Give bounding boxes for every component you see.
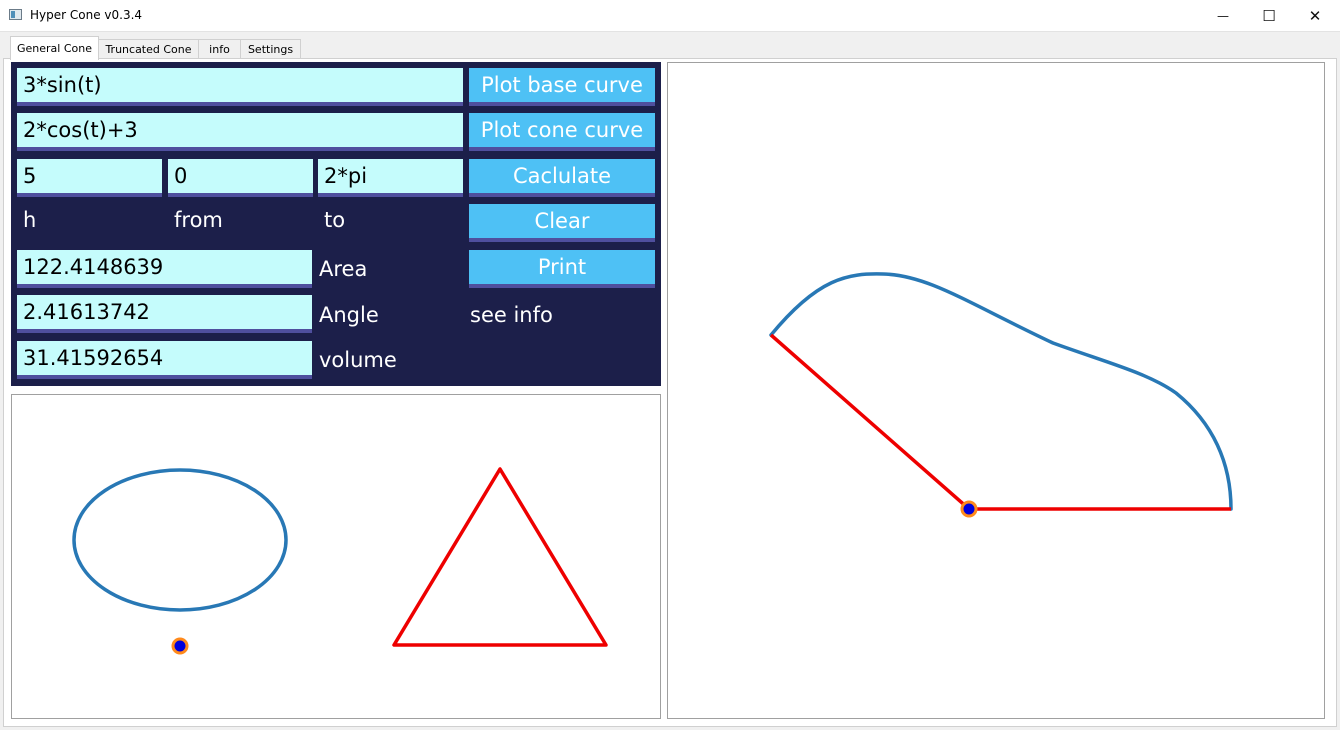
tab-label: General Cone (17, 42, 92, 55)
calculate-button[interactable]: Caclulate (469, 159, 655, 197)
angle-output[interactable] (17, 295, 312, 333)
tab-label: Settings (247, 43, 294, 56)
maximize-icon: ☐ (1262, 6, 1276, 25)
to-input[interactable] (318, 159, 463, 197)
base-curve (72, 468, 288, 612)
tab-settings[interactable]: Settings (240, 39, 301, 59)
plot-base-curve-button[interactable]: Plot base curve (469, 68, 655, 106)
tab-truncated-cone[interactable]: Truncated Cone (98, 39, 199, 59)
window-title: Hyper Cone v0.3.4 (30, 8, 143, 22)
cone-cross-section (392, 467, 608, 647)
h-label: h (23, 208, 37, 232)
tab-bar: General Cone Truncated Cone info Setting… (0, 31, 1340, 60)
unrolled-cone-curve (769, 272, 1233, 511)
close-icon: ✕ (1308, 6, 1322, 25)
unrolled-cone-plot-panel (667, 62, 1325, 719)
minimize-button[interactable]: — (1200, 0, 1246, 31)
area-output[interactable] (17, 250, 312, 288)
x-expression-input[interactable] (17, 68, 463, 106)
plot-cone-curve-button[interactable]: Plot cone curve (469, 113, 655, 151)
unrolled-apex-point (960, 500, 978, 518)
tab-general-cone[interactable]: General Cone (10, 36, 99, 60)
angle-label: Angle (319, 303, 379, 327)
base-apex-point (171, 637, 189, 655)
minimize-icon: — (1217, 8, 1229, 23)
tab-info[interactable]: info (198, 39, 241, 59)
base-plot-canvas (72, 467, 608, 655)
base-plot-panel (11, 394, 661, 719)
h-input[interactable] (17, 159, 162, 197)
maximize-button[interactable]: ☐ (1246, 0, 1292, 31)
unrolled-cone-edges (769, 333, 1231, 511)
see-info-label: see info (470, 303, 553, 327)
volume-output[interactable] (17, 341, 312, 379)
clear-button[interactable]: Clear (469, 204, 655, 242)
tab-label: Truncated Cone (105, 43, 192, 56)
title-bar: Hyper Cone v0.3.4 — ☐ ✕ (0, 0, 1340, 32)
print-button[interactable]: Print (469, 250, 655, 288)
volume-label: volume (319, 348, 397, 372)
y-expression-input[interactable] (17, 113, 463, 151)
close-button[interactable]: ✕ (1292, 0, 1338, 31)
control-panel: Plot base curve Plot cone curve Caclulat… (11, 62, 661, 386)
app-icon (9, 9, 22, 20)
from-input[interactable] (168, 159, 313, 197)
tab-label: info (209, 43, 230, 56)
from-label: from (174, 208, 223, 232)
to-label: to (324, 208, 346, 232)
area-label: Area (319, 257, 368, 281)
unrolled-plot-canvas (769, 272, 1233, 518)
